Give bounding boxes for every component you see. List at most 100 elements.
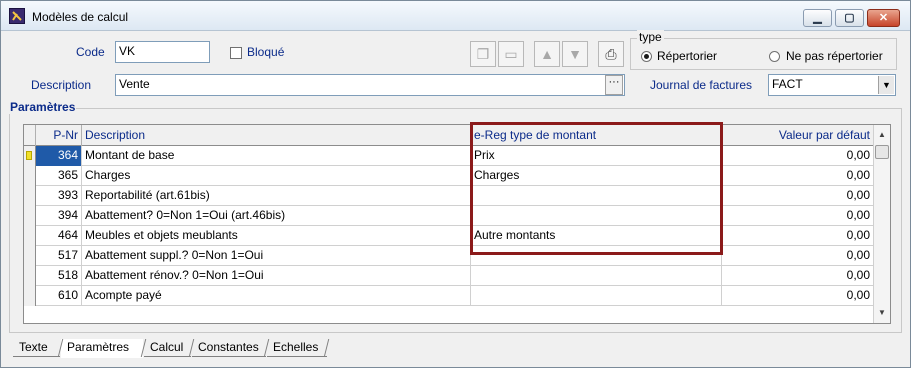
cell-default-value[interactable]: 0,00 [722, 166, 873, 186]
table-row[interactable]: 394 Abattement? 0=Non 1=Oui (art.46bis) … [24, 206, 873, 226]
description-field[interactable]: Vente [115, 74, 625, 96]
cell-pnr[interactable]: 610 [36, 286, 82, 306]
row-indicator [24, 286, 36, 306]
cell-default-value[interactable]: 0,00 [722, 266, 873, 286]
move-down-button[interactable]: ▼ [562, 41, 588, 67]
radio-repertorier-label: Répertorier [657, 49, 718, 63]
window-icon: ▭ [504, 46, 518, 62]
header-indicator [24, 125, 36, 146]
cell-description[interactable]: Acompte payé [82, 286, 471, 306]
cell-ereg-type[interactable]: Charges [471, 166, 722, 186]
cell-default-value[interactable]: 0,00 [722, 206, 873, 226]
current-row-icon [26, 151, 32, 160]
cell-description[interactable]: Meubles et objets meublants [82, 226, 471, 246]
table-row[interactable]: 393 Reportabilité (art.61bis) 0,00 [24, 186, 873, 206]
chevron-down-icon[interactable]: ▼ [878, 76, 894, 94]
cell-default-value[interactable]: 0,00 [722, 286, 873, 306]
cell-default-value[interactable]: 0,00 [722, 186, 873, 206]
bloque-checkbox[interactable] [230, 47, 242, 59]
row-indicator [24, 226, 36, 246]
window-title: Modèles de calcul [32, 10, 129, 24]
calc-models-window: Modèles de calcul ▁ ▢ ✕ Code VK Bloqué ❐… [0, 0, 911, 368]
bloque-label: Bloqué [247, 45, 285, 59]
cell-pnr[interactable]: 393 [36, 186, 82, 206]
printer-icon: ⎙ [605, 46, 617, 62]
scroll-down-icon[interactable]: ▼ [874, 305, 890, 321]
tab-parametres[interactable]: Paramètres [61, 339, 143, 358]
arrow-up-icon: ▲ [540, 46, 554, 62]
app-icon [9, 8, 25, 24]
radio-ne-pas-repertorier-label: Ne pas répertorier [786, 49, 883, 63]
table-row[interactable]: 464 Meubles et objets meublants Autre mo… [24, 226, 873, 246]
table-row[interactable]: 364 Montant de base Prix 0,00 [24, 146, 873, 166]
title-bar: Modèles de calcul ▁ ▢ ✕ [1, 1, 910, 31]
header-pnr[interactable]: P-Nr [36, 125, 82, 146]
cell-pnr[interactable]: 365 [36, 166, 82, 186]
radio-ne-pas-repertorier[interactable] [769, 51, 780, 62]
row-indicator [24, 266, 36, 286]
cell-default-value[interactable]: 0,00 [722, 146, 873, 166]
cell-pnr[interactable]: 517 [36, 246, 82, 266]
cell-description[interactable]: Charges [82, 166, 471, 186]
tab-constantes[interactable]: Constantes [192, 339, 266, 357]
journal-select[interactable]: FACT ▼ [768, 74, 896, 96]
table-row[interactable]: 365 Charges Charges 0,00 [24, 166, 873, 186]
cell-ereg-type[interactable]: Autre montants [471, 226, 722, 246]
table-row[interactable]: 610 Acompte payé 0,00 [24, 286, 873, 306]
code-field[interactable]: VK [115, 41, 210, 63]
cell-pnr[interactable]: 364 [36, 146, 82, 166]
row-indicator [24, 206, 36, 226]
cell-description[interactable]: Reportabilité (art.61bis) [82, 186, 471, 206]
row-indicator [24, 166, 36, 186]
cell-description[interactable]: Abattement? 0=Non 1=Oui (art.46bis) [82, 206, 471, 226]
cell-description[interactable]: Abattement rénov.? 0=Non 1=Oui [82, 266, 471, 286]
header-ereg-type[interactable]: e-Reg type de montant [471, 125, 722, 146]
cell-default-value[interactable]: 0,00 [722, 246, 873, 266]
cell-default-value[interactable]: 0,00 [722, 226, 873, 246]
cell-ereg-type[interactable] [471, 186, 722, 206]
journal-value: FACT [772, 77, 803, 91]
tab-texte[interactable]: Texte [13, 339, 60, 357]
cell-ereg-type[interactable] [471, 286, 722, 306]
cell-pnr[interactable]: 464 [36, 226, 82, 246]
print-button[interactable]: ⎙ [598, 41, 624, 67]
copy-button[interactable]: ❐ [470, 41, 496, 67]
header-default-value[interactable]: Valeur par défaut [722, 125, 873, 146]
code-label: Code [76, 45, 105, 59]
minimize-button[interactable]: ▁ [803, 9, 832, 27]
tab-calcul[interactable]: Calcul [144, 339, 191, 357]
header-description[interactable]: Description [82, 125, 471, 146]
cell-description[interactable]: Abattement suppl.? 0=Non 1=Oui [82, 246, 471, 266]
cell-pnr[interactable]: 394 [36, 206, 82, 226]
scroll-up-icon[interactable]: ▲ [874, 127, 890, 143]
scroll-thumb[interactable] [875, 145, 889, 159]
cell-ereg-type[interactable] [471, 206, 722, 226]
params-grid: P-Nr Description e-Reg type de montant V… [23, 124, 891, 324]
move-up-button[interactable]: ▲ [534, 41, 560, 67]
maximize-button[interactable]: ▢ [835, 9, 864, 27]
type-group: type Répertorier Ne pas répertorier [630, 30, 897, 70]
table-row[interactable]: 517 Abattement suppl.? 0=Non 1=Oui 0,00 [24, 246, 873, 266]
row-indicator [24, 146, 36, 166]
cell-ereg-type[interactable] [471, 266, 722, 286]
minimize-icon: ▁ [813, 12, 822, 24]
description-lookup-button[interactable]: ··· [605, 75, 623, 95]
close-button[interactable]: ✕ [867, 9, 900, 27]
window-button[interactable]: ▭ [498, 41, 524, 67]
cell-ereg-type[interactable] [471, 246, 722, 266]
cell-description[interactable]: Montant de base [82, 146, 471, 166]
copy-icon: ❐ [476, 46, 490, 62]
close-icon: ✕ [878, 12, 889, 24]
radio-repertorier[interactable] [641, 51, 652, 62]
grid-header: P-Nr Description e-Reg type de montant V… [24, 125, 873, 146]
row-indicator [24, 246, 36, 266]
vertical-scrollbar[interactable]: ▲ ▼ [873, 125, 890, 323]
ellipsis-icon: ··· [608, 76, 620, 88]
cell-ereg-type[interactable]: Prix [471, 146, 722, 166]
cell-pnr[interactable]: 518 [36, 266, 82, 286]
description-label: Description [31, 78, 92, 92]
maximize-icon: ▢ [844, 12, 855, 24]
tab-echelles[interactable]: Echelles [267, 339, 327, 357]
params-title: Paramètres [9, 100, 77, 114]
table-row[interactable]: 518 Abattement rénov.? 0=Non 1=Oui 0,00 [24, 266, 873, 286]
